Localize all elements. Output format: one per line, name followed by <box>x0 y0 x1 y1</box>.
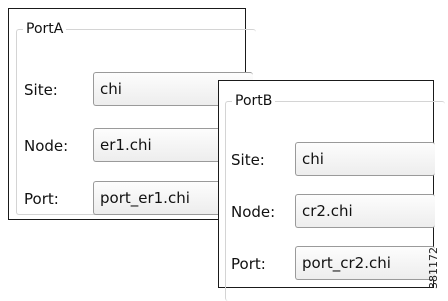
porta-port-label: Port: <box>24 190 59 208</box>
portb-port-label: Port: <box>231 255 266 273</box>
portb-title: PortB <box>232 92 276 110</box>
porta-panel: PortA Site: chi Node: er1.chi Port: port… <box>8 8 256 220</box>
portb-site-dropdown[interactable]: chi <box>295 142 435 176</box>
figure-number: 381172 <box>427 247 443 291</box>
portb-port-dropdown[interactable]: port_cr2.chi <box>295 246 435 280</box>
portb-panel: PortB Site: chi Node: cr2.chi Port: port… <box>218 80 445 301</box>
figure-number-text: 381172 <box>427 247 440 289</box>
porta-site-label: Site: <box>24 81 58 99</box>
portb-site-label: Site: <box>231 151 265 169</box>
portb-node-dropdown[interactable]: cr2.chi <box>295 194 435 228</box>
porta-node-label: Node: <box>24 137 69 155</box>
porta-title: PortA <box>23 20 67 38</box>
portb-node-label: Node: <box>231 203 276 221</box>
